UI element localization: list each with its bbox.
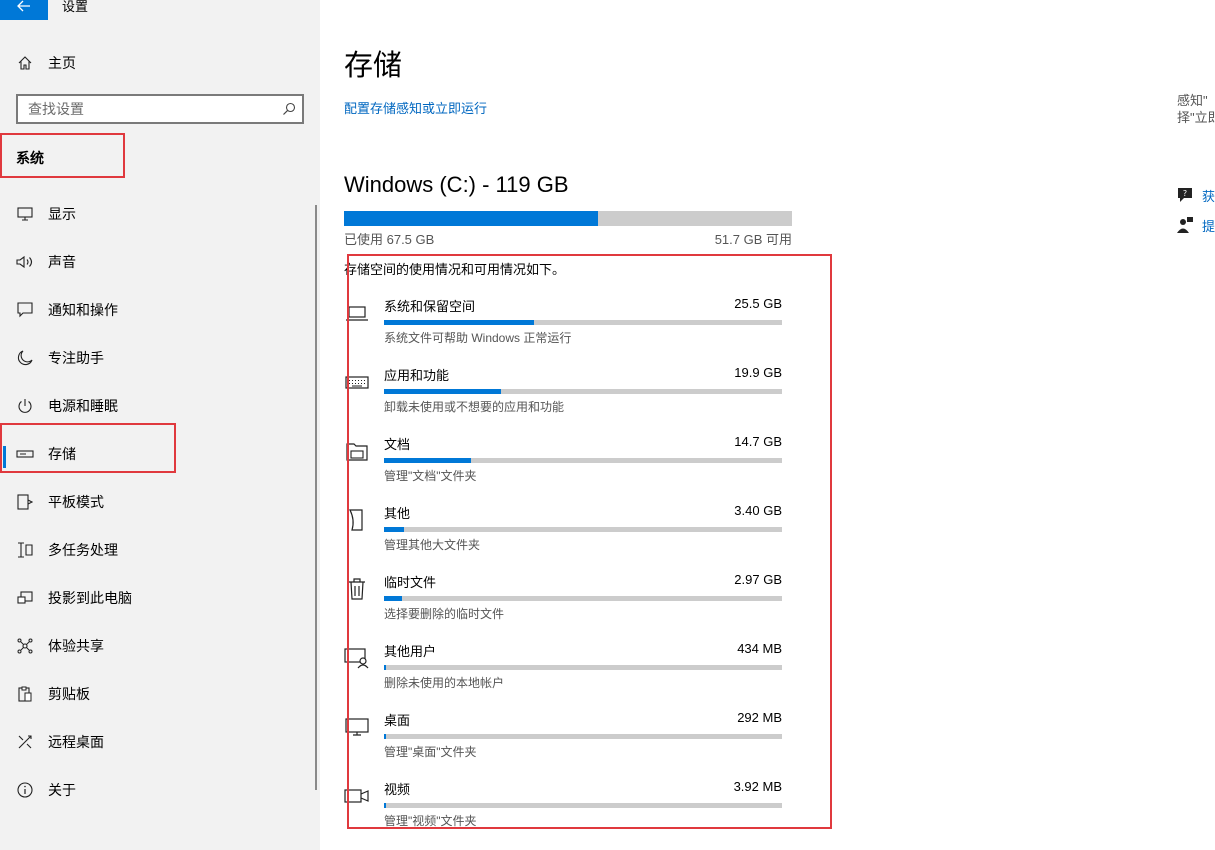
- sidebar-item-tablet[interactable]: 平板模式: [0, 478, 320, 526]
- remote-icon: [0, 734, 48, 750]
- get-help-link[interactable]: ? 获: [1176, 180, 1215, 210]
- sidebar-item-label: 通知和操作: [48, 302, 118, 318]
- multitask-icon: [0, 542, 48, 558]
- sidebar: 设置 主页 系统 显示 声音 通知和操作 专注助手: [0, 0, 320, 850]
- sidebar-scrollbar[interactable]: [315, 205, 317, 790]
- sidebar-item-label: 电源和睡眠: [48, 398, 118, 414]
- chat-help-icon: ?: [1177, 188, 1192, 202]
- section-title: 系统: [16, 150, 44, 166]
- highlight-box-storage: [0, 423, 176, 473]
- search-input[interactable]: [28, 101, 268, 117]
- clipboard-icon: [0, 686, 48, 702]
- sidebar-item-shared-experiences[interactable]: 体验共享: [0, 622, 320, 670]
- feedback-icon: [1176, 217, 1193, 233]
- used-space-label: 已使用 67.5 GB: [344, 232, 435, 247]
- drive-usage-bar: [344, 211, 792, 226]
- monitor-icon: [0, 207, 48, 221]
- sidebar-item-focus-assist[interactable]: 专注助手: [0, 334, 320, 382]
- sidebar-item-label: 投影到此电脑: [48, 590, 132, 606]
- sidebar-item-clipboard[interactable]: 剪贴板: [0, 670, 320, 718]
- sidebar-item-label: 平板模式: [48, 494, 104, 510]
- sidebar-item-project[interactable]: 投影到此电脑: [0, 574, 320, 622]
- sidebar-item-multitasking[interactable]: 多任务处理: [0, 526, 320, 574]
- sidebar-item-label: 剪贴板: [48, 686, 90, 702]
- search-box[interactable]: [16, 94, 304, 124]
- info-icon: [0, 782, 48, 798]
- sidebar-item-home[interactable]: 主页: [0, 46, 320, 80]
- drive-title: Windows (C:) - 119 GB: [344, 172, 569, 197]
- configure-storage-sense-link[interactable]: 配置存储感知或立即运行: [344, 98, 487, 117]
- sidebar-item-label: 专注助手: [48, 350, 104, 366]
- storage-sense-line: 择"立即: [1177, 110, 1215, 125]
- search-icon[interactable]: [282, 102, 296, 121]
- drive-usage-fill: [344, 211, 599, 226]
- tablet-icon: [0, 494, 48, 510]
- back-button[interactable]: [0, 0, 48, 20]
- sidebar-home-label: 主页: [48, 55, 76, 71]
- highlight-box-categories: [347, 254, 832, 829]
- storage-sense-description: 感知" 择"立即: [1177, 92, 1215, 126]
- sidebar-item-label: 关于: [48, 782, 76, 798]
- help-links: ? 获 提: [1176, 180, 1215, 240]
- sidebar-item-about[interactable]: 关于: [0, 766, 320, 814]
- home-icon: [0, 55, 48, 71]
- svg-text:?: ?: [1183, 189, 1187, 198]
- sidebar-item-label: 显示: [48, 206, 76, 222]
- share-icon: [0, 638, 48, 654]
- power-icon: [0, 398, 48, 414]
- sidebar-item-display[interactable]: 显示: [0, 190, 320, 238]
- sidebar-item-label: 多任务处理: [48, 542, 118, 558]
- speaker-icon: [0, 255, 48, 269]
- sidebar-item-sound[interactable]: 声音: [0, 238, 320, 286]
- storage-sense-line: 感知": [1177, 93, 1208, 108]
- feedback-label: 提: [1201, 218, 1215, 234]
- sidebar-item-notifications[interactable]: 通知和操作: [0, 286, 320, 334]
- page-title: 存储: [344, 50, 403, 82]
- notification-icon: [0, 302, 48, 318]
- free-space-label: 51.7 GB 可用: [714, 232, 792, 247]
- get-help-label: 获: [1201, 188, 1215, 204]
- window-title: 设置: [62, 0, 89, 14]
- sidebar-item-label: 声音: [48, 254, 76, 270]
- sidebar-item-remote-desktop[interactable]: 远程桌面: [0, 718, 320, 766]
- feedback-link[interactable]: 提: [1176, 210, 1215, 240]
- project-icon: [0, 590, 48, 606]
- moon-icon: [0, 350, 48, 366]
- sidebar-item-label: 远程桌面: [48, 734, 104, 750]
- sidebar-nav: 显示 声音 通知和操作 专注助手 电源和睡眠 存储 平板模式 多任务处理 投影到…: [0, 190, 320, 814]
- arrow-left-icon: [17, 0, 30, 12]
- sidebar-item-label: 体验共享: [48, 638, 104, 654]
